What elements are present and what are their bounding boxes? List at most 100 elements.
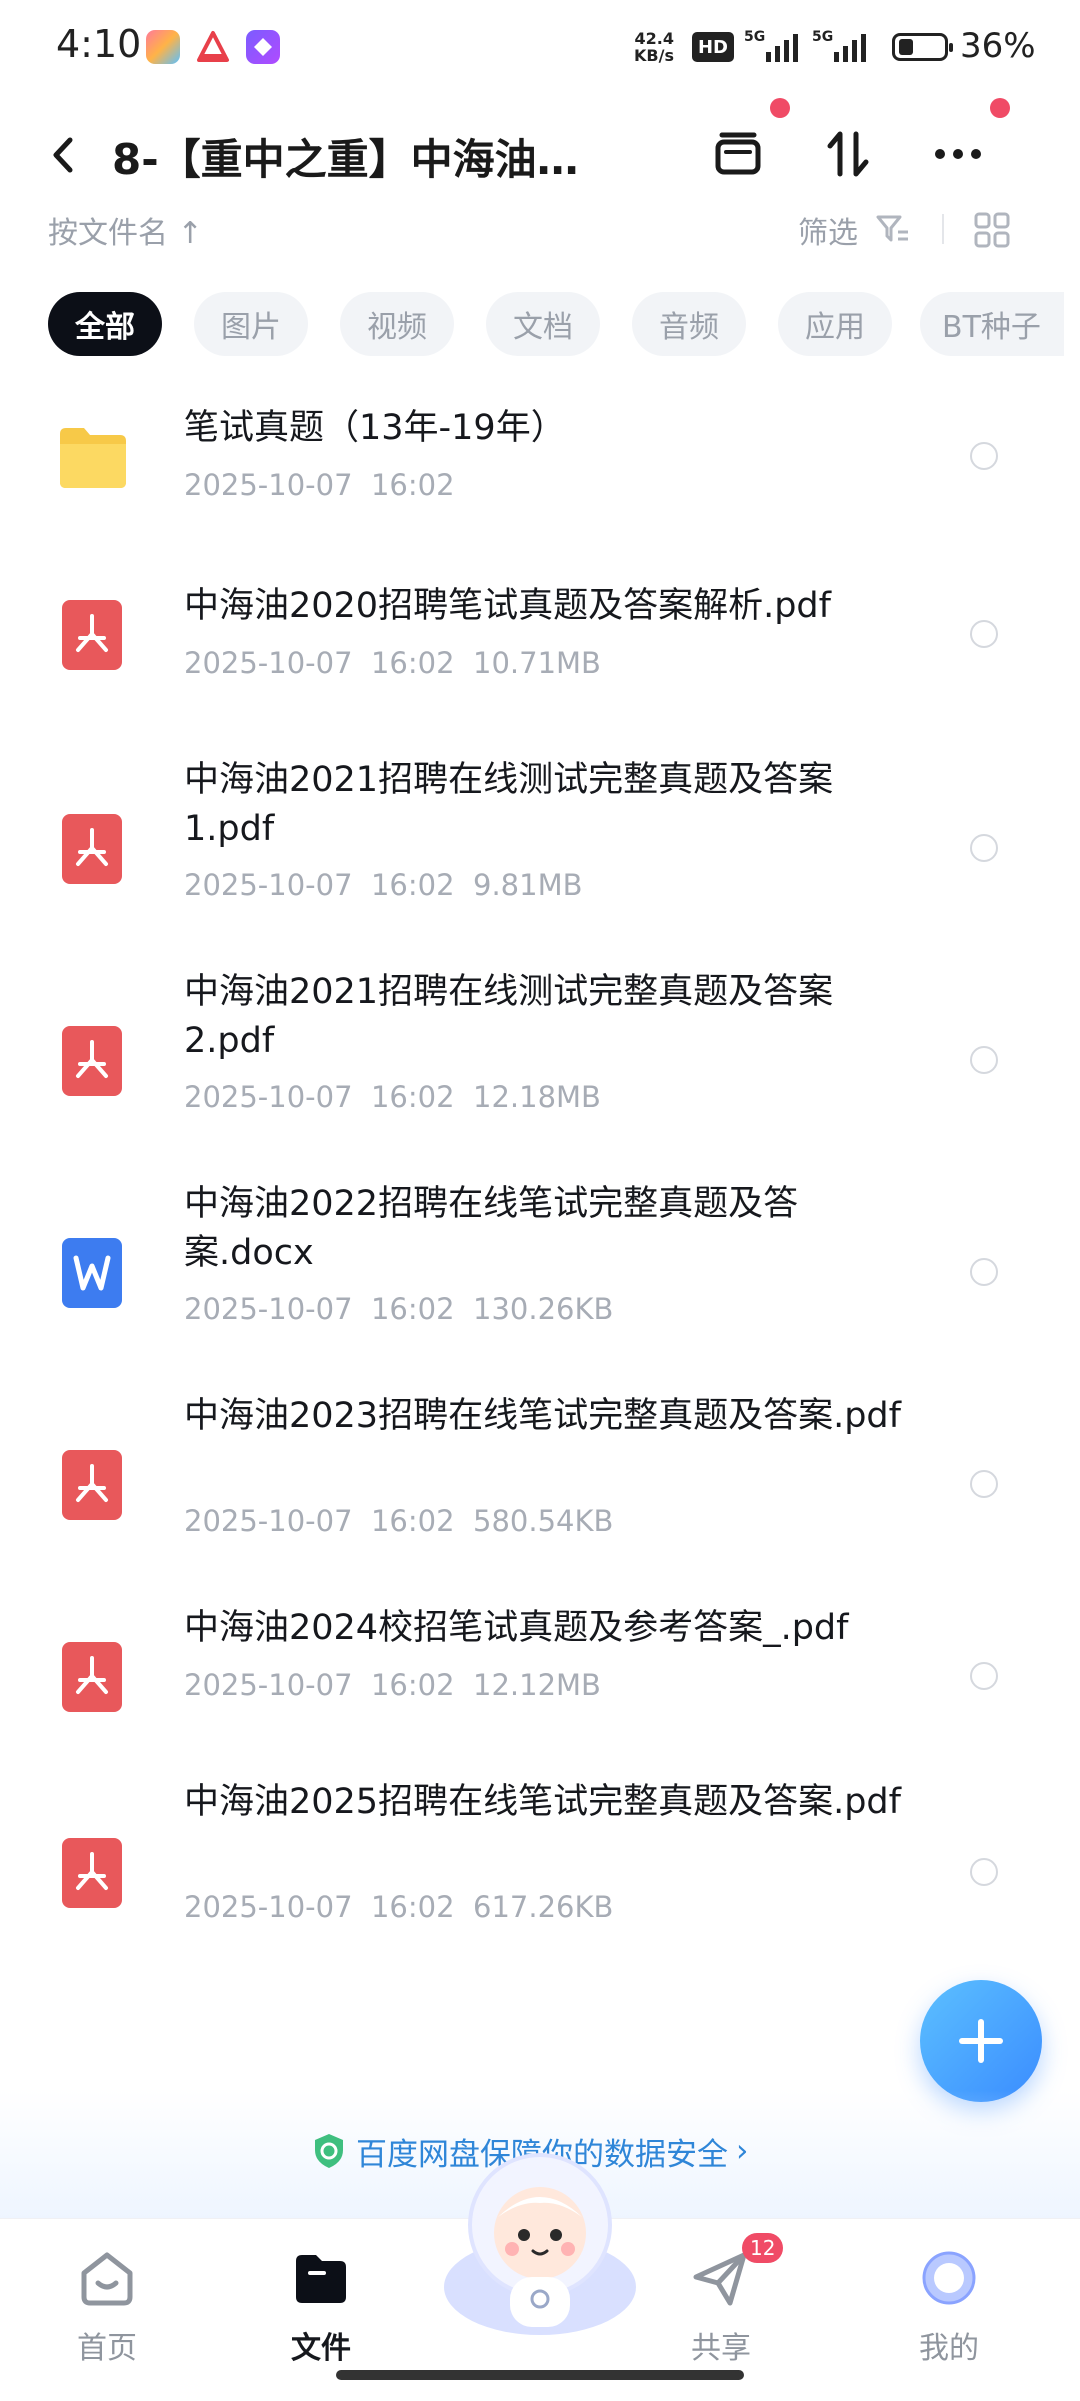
chip-all[interactable]: 全部 bbox=[48, 292, 162, 356]
list-item[interactable]: 中海油2020招聘笔试真题及答案解析.pdf 2025-10-07 16:02 … bbox=[0, 554, 1080, 714]
list-item[interactable]: 中海油2021招聘在线测试完整真题及答案2.pdf 2025-10-07 16:… bbox=[0, 968, 1080, 1148]
nav-home-label: 首页 bbox=[77, 2331, 137, 2366]
add-button[interactable] bbox=[920, 1980, 1042, 2102]
pdf-icon bbox=[56, 1640, 130, 1714]
home-indicator[interactable] bbox=[336, 2370, 744, 2380]
file-meta: 2025-10-07 16:02 12.12MB bbox=[184, 1668, 601, 1702]
chip-audio[interactable]: 音频 bbox=[632, 292, 746, 356]
archive-button[interactable] bbox=[706, 122, 770, 186]
nav-profile[interactable]: 我的 bbox=[874, 2233, 1024, 2366]
file-time: 16:02 bbox=[370, 1080, 455, 1114]
file-date: 2025-10-07 bbox=[184, 1890, 353, 1924]
file-size: 130.26KB bbox=[473, 1292, 614, 1326]
profile-icon bbox=[918, 2247, 980, 2309]
mascot-assistant[interactable] bbox=[440, 2137, 640, 2337]
list-item[interactable]: 笔试真题（13年-19年） 2025-10-07 16:02 bbox=[0, 376, 1080, 536]
page-title: 8-【重中之重】中海油笔... bbox=[112, 135, 612, 184]
folder-icon bbox=[56, 420, 130, 494]
pdf-icon bbox=[56, 812, 130, 886]
notification-dot bbox=[770, 98, 790, 118]
red-app-icon bbox=[196, 30, 230, 64]
list-item[interactable]: 中海油2021招聘在线测试完整真题及答案1.pdf 2025-10-07 16:… bbox=[0, 756, 1080, 936]
file-date: 2025-10-07 bbox=[184, 1080, 353, 1114]
nav-profile-label: 我的 bbox=[919, 2331, 979, 2366]
file-meta: 2025-10-07 16:02 617.26KB bbox=[184, 1890, 613, 1924]
nav-share[interactable]: 12 共享 bbox=[646, 2233, 796, 2366]
file-size: 617.26KB bbox=[473, 1890, 614, 1924]
chip-documents[interactable]: 文档 bbox=[486, 292, 600, 356]
net-speed-unit: KB/s bbox=[634, 46, 674, 65]
more-button[interactable] bbox=[926, 122, 990, 186]
nav-home[interactable]: 首页 bbox=[32, 2233, 182, 2366]
list-item[interactable]: 中海油2023招聘在线笔试完整真题及答案.pdf 2025-10-07 16:0… bbox=[0, 1392, 1080, 1572]
hd-badge: HD bbox=[692, 32, 734, 62]
status-bar: 4:10 42.4 KB/s HD 5G 5G 36% bbox=[0, 0, 1080, 96]
file-time: 16:02 bbox=[370, 1890, 455, 1924]
select-radio[interactable] bbox=[970, 1258, 998, 1286]
select-radio[interactable] bbox=[970, 1470, 998, 1498]
mascot-icon bbox=[444, 2153, 636, 2335]
pdf-icon bbox=[56, 1448, 130, 1522]
net-speed-value: 42.4 bbox=[634, 29, 674, 48]
signal2-label: 5G bbox=[812, 29, 833, 45]
chevron-right-icon: › bbox=[736, 2133, 749, 2169]
file-time: 16:02 bbox=[370, 1292, 455, 1326]
chip-bt-seeds[interactable]: BT种子 bbox=[920, 292, 1064, 356]
select-radio[interactable] bbox=[970, 834, 998, 862]
file-date: 2025-10-07 bbox=[184, 1668, 353, 1702]
select-radio[interactable] bbox=[970, 442, 998, 470]
chip-videos[interactable]: 视频 bbox=[340, 292, 454, 356]
nav-files-label: 文件 bbox=[291, 2331, 351, 2366]
status-time: 4:10 bbox=[56, 22, 142, 66]
home-icon bbox=[76, 2247, 138, 2309]
list-item[interactable]: 中海油2022招聘在线笔试完整真题及答案.docx 2025-10-07 16:… bbox=[0, 1180, 1080, 1360]
select-radio[interactable] bbox=[970, 1046, 998, 1074]
file-date: 2025-10-07 bbox=[184, 1292, 353, 1326]
select-radio[interactable] bbox=[970, 620, 998, 648]
file-date: 2025-10-07 bbox=[184, 1504, 353, 1538]
file-meta: 2025-10-07 16:02 130.26KB bbox=[184, 1292, 613, 1326]
file-name: 中海油2023招聘在线笔试完整真题及答案.pdf bbox=[184, 1396, 901, 1436]
select-radio[interactable] bbox=[970, 1662, 998, 1690]
file-date: 2025-10-07 bbox=[184, 646, 353, 680]
archive-icon bbox=[715, 132, 761, 175]
file-name: 中海油2021招聘在线测试完整真题及答案1.pdf bbox=[184, 760, 834, 849]
file-meta: 2025-10-07 16:02 12.18MB bbox=[184, 1080, 601, 1114]
share-icon bbox=[690, 2247, 752, 2309]
pdf-icon bbox=[56, 598, 130, 672]
select-radio[interactable] bbox=[970, 1858, 998, 1886]
file-date: 2025-10-07 bbox=[184, 468, 353, 502]
filter-button[interactable]: 筛选 bbox=[798, 208, 858, 252]
top-header: 8-【重中之重】中海油笔... bbox=[0, 98, 1080, 200]
more-icon bbox=[935, 149, 981, 159]
sort-by-name[interactable]: 按文件名 ↑ bbox=[48, 208, 203, 252]
chip-apps[interactable]: 应用 bbox=[778, 292, 892, 356]
file-meta: 2025-10-07 16:02 580.54KB bbox=[184, 1504, 613, 1538]
back-icon[interactable] bbox=[44, 132, 84, 178]
list-item[interactable]: 中海油2024校招笔试真题及参考答案_.pdf 2025-10-07 16:02… bbox=[0, 1602, 1080, 1752]
divider bbox=[942, 214, 944, 244]
list-item[interactable]: 中海油2025招聘在线笔试完整真题及答案.pdf 2025-10-07 16:0… bbox=[0, 1778, 1080, 1958]
file-size: 12.18MB bbox=[473, 1080, 601, 1114]
filter-icon[interactable] bbox=[876, 214, 910, 244]
transfer-button[interactable] bbox=[816, 122, 880, 186]
transfer-icon bbox=[827, 131, 869, 177]
nav-share-label: 共享 bbox=[691, 2331, 751, 2366]
purple-app-icon bbox=[246, 30, 280, 64]
file-time: 16:02 bbox=[370, 468, 455, 502]
chip-images[interactable]: 图片 bbox=[194, 292, 308, 356]
word-doc-icon bbox=[56, 1236, 130, 1310]
file-meta: 2025-10-07 16:02 10.71MB bbox=[184, 646, 601, 680]
file-time: 16:02 bbox=[370, 1504, 455, 1538]
file-name: 中海油2025招聘在线笔试完整真题及答案.pdf bbox=[184, 1782, 901, 1822]
grid-view-icon[interactable] bbox=[974, 212, 1010, 248]
sort-row: 按文件名 ↑ 筛选 bbox=[0, 200, 1080, 260]
file-date: 2025-10-07 bbox=[184, 868, 353, 902]
file-size: 10.71MB bbox=[473, 646, 601, 680]
file-size: 12.12MB bbox=[473, 1668, 601, 1702]
shield-icon bbox=[315, 2134, 343, 2168]
game-app-icon bbox=[146, 30, 180, 64]
file-name: 中海油2022招聘在线笔试完整真题及答案.docx bbox=[184, 1184, 799, 1273]
nav-files[interactable]: 文件 bbox=[246, 2233, 396, 2366]
more-notification-dot bbox=[990, 98, 1010, 118]
